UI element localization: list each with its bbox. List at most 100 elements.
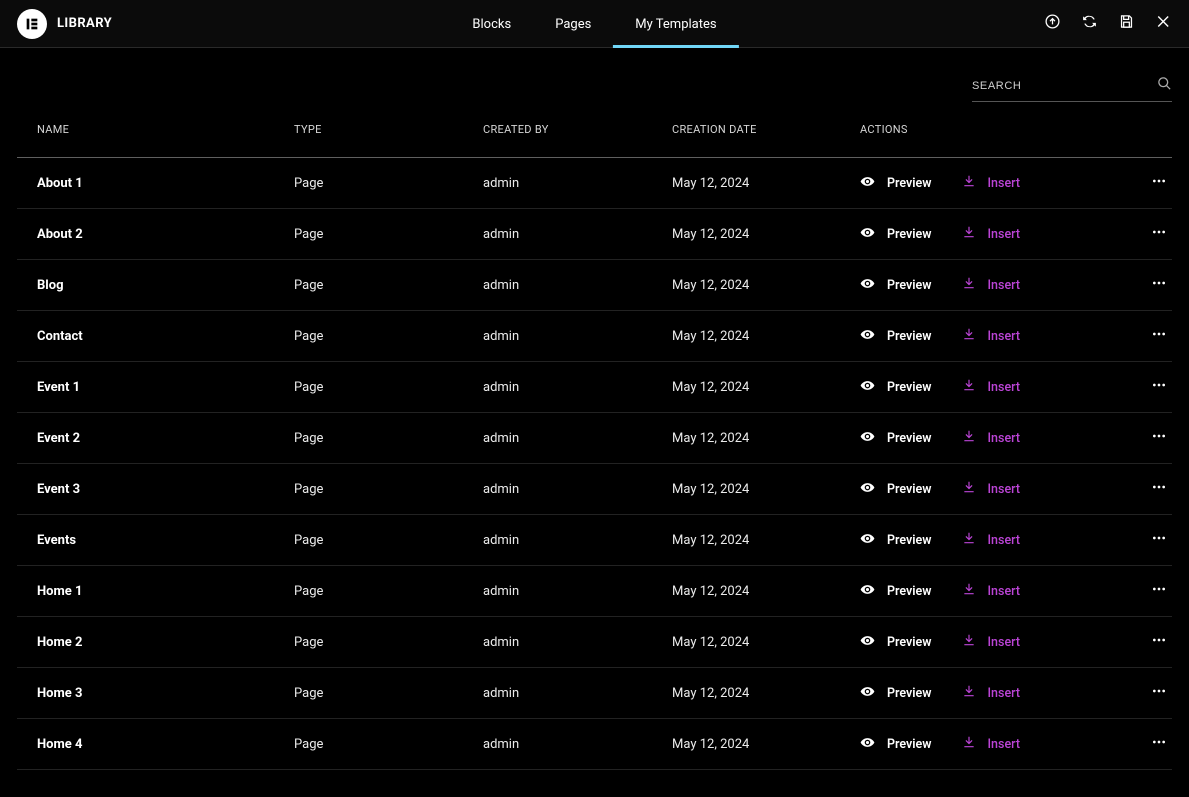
more-button[interactable]: [1151, 479, 1172, 499]
table-row: About 2 Page admin May 12, 2024 Preview …: [17, 209, 1172, 260]
preview-button[interactable]: Preview: [860, 429, 932, 448]
more-button[interactable]: [1151, 683, 1172, 703]
download-icon: [962, 378, 976, 396]
cell-name: Event 3: [17, 482, 294, 497]
more-button[interactable]: [1151, 632, 1172, 652]
insert-label: Insert: [988, 227, 1021, 242]
preview-button[interactable]: Preview: [860, 684, 932, 703]
cell-date: May 12, 2024: [672, 737, 860, 752]
insert-button[interactable]: Insert: [962, 378, 1021, 396]
upload-icon[interactable]: [1044, 13, 1061, 34]
cell-type: Page: [294, 533, 483, 548]
preview-button[interactable]: Preview: [860, 276, 932, 295]
cell-creator: admin: [483, 227, 672, 242]
eye-icon: [860, 633, 875, 652]
insert-button[interactable]: Insert: [962, 735, 1021, 753]
insert-label: Insert: [988, 686, 1021, 701]
preview-button[interactable]: Preview: [860, 582, 932, 601]
search-input[interactable]: [972, 80, 1157, 92]
cell-creator: admin: [483, 380, 672, 395]
more-button[interactable]: [1151, 377, 1172, 397]
insert-button[interactable]: Insert: [962, 174, 1021, 192]
preview-button[interactable]: Preview: [860, 735, 932, 754]
sync-icon[interactable]: [1081, 13, 1098, 34]
cell-creator: admin: [483, 737, 672, 752]
more-button[interactable]: [1151, 224, 1172, 244]
library-tabs: Blocks Pages My Templates: [450, 0, 738, 48]
insert-button[interactable]: Insert: [962, 480, 1021, 498]
insert-button[interactable]: Insert: [962, 276, 1021, 294]
insert-button[interactable]: Insert: [962, 633, 1021, 651]
more-button[interactable]: [1151, 428, 1172, 448]
cell-name: Blog: [17, 278, 294, 293]
cell-date: May 12, 2024: [672, 584, 860, 599]
table-row: Blog Page admin May 12, 2024 Preview Ins…: [17, 260, 1172, 311]
eye-icon: [860, 582, 875, 601]
cell-name: Events: [17, 533, 294, 548]
preview-button[interactable]: Preview: [860, 531, 932, 550]
insert-button[interactable]: Insert: [962, 429, 1021, 447]
insert-button[interactable]: Insert: [962, 531, 1021, 549]
cell-creator: admin: [483, 635, 672, 650]
col-creator-header: CREATED BY: [483, 123, 672, 136]
table-row: Event 1 Page admin May 12, 2024 Preview …: [17, 362, 1172, 413]
ellipsis-icon: [1151, 530, 1167, 550]
table-row: About 1 Page admin May 12, 2024 Preview …: [17, 158, 1172, 209]
insert-button[interactable]: Insert: [962, 225, 1021, 243]
preview-label: Preview: [887, 176, 932, 191]
library-logo-wrap: LIBRARY: [17, 9, 112, 39]
ellipsis-icon: [1151, 326, 1167, 346]
preview-button[interactable]: Preview: [860, 225, 932, 244]
more-button[interactable]: [1151, 530, 1172, 550]
eye-icon: [860, 378, 875, 397]
col-type-header: TYPE: [294, 123, 483, 136]
cell-name: Home 1: [17, 584, 294, 599]
eye-icon: [860, 225, 875, 244]
eye-icon: [860, 276, 875, 295]
ellipsis-icon: [1151, 479, 1167, 499]
eye-icon: [860, 327, 875, 346]
ellipsis-icon: [1151, 632, 1167, 652]
download-icon: [962, 429, 976, 447]
more-button[interactable]: [1151, 173, 1172, 193]
more-button[interactable]: [1151, 275, 1172, 295]
cell-type: Page: [294, 431, 483, 446]
elementor-logo-icon: [17, 9, 47, 39]
ellipsis-icon: [1151, 224, 1167, 244]
cell-actions: Preview Insert: [860, 428, 1172, 448]
preview-button[interactable]: Preview: [860, 378, 932, 397]
preview-button[interactable]: Preview: [860, 174, 932, 193]
insert-button[interactable]: Insert: [962, 582, 1021, 600]
cell-name: About 1: [17, 176, 294, 191]
cell-date: May 12, 2024: [672, 686, 860, 701]
cell-date: May 12, 2024: [672, 278, 860, 293]
close-icon[interactable]: [1155, 13, 1172, 34]
more-button[interactable]: [1151, 326, 1172, 346]
insert-label: Insert: [988, 380, 1021, 395]
download-icon: [962, 735, 976, 753]
preview-button[interactable]: Preview: [860, 327, 932, 346]
insert-label: Insert: [988, 533, 1021, 548]
insert-button[interactable]: Insert: [962, 684, 1021, 702]
col-date-header: CREATION DATE: [672, 123, 860, 136]
col-actions-header: ACTIONS: [860, 123, 1172, 136]
more-button[interactable]: [1151, 581, 1172, 601]
cell-type: Page: [294, 278, 483, 293]
ellipsis-icon: [1151, 428, 1167, 448]
tab-pages[interactable]: Pages: [533, 0, 613, 48]
tab-blocks[interactable]: Blocks: [450, 0, 533, 48]
search-icon[interactable]: [1157, 76, 1172, 95]
insert-button[interactable]: Insert: [962, 327, 1021, 345]
preview-button[interactable]: Preview: [860, 480, 932, 499]
cell-type: Page: [294, 584, 483, 599]
tab-my-templates[interactable]: My Templates: [613, 0, 738, 48]
insert-label: Insert: [988, 584, 1021, 599]
more-button[interactable]: [1151, 734, 1172, 754]
cell-name: Contact: [17, 329, 294, 344]
cell-actions: Preview Insert: [860, 275, 1172, 295]
cell-name: Home 2: [17, 635, 294, 650]
preview-button[interactable]: Preview: [860, 633, 932, 652]
cell-name: Home 3: [17, 686, 294, 701]
save-icon[interactable]: [1118, 13, 1135, 34]
download-icon: [962, 225, 976, 243]
